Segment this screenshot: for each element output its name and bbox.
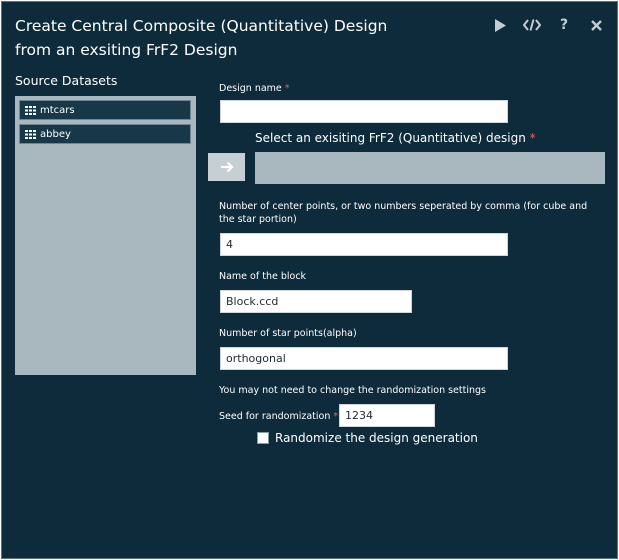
move-dataset-button[interactable]: [208, 153, 245, 181]
randomize-option[interactable]: Randomize the design generation: [257, 431, 478, 445]
arrow-right-icon: [220, 161, 234, 173]
randomize-checkbox[interactable]: [257, 432, 269, 444]
design-name-label-text: Design name: [219, 83, 282, 94]
star-points-input[interactable]: [220, 347, 508, 370]
dialog-title: Create Central Composite (Quantitative) …: [15, 14, 455, 62]
seed-label: Seed for randomization *: [219, 410, 338, 423]
block-name-input[interactable]: [220, 290, 412, 313]
help-icon[interactable]: ?: [555, 16, 573, 34]
center-points-label: Number of center points, or two numbers …: [219, 201, 588, 225]
source-datasets-label: Source Datasets: [15, 73, 118, 88]
dialog-toolbar: ?: [491, 16, 605, 34]
table-icon: [25, 105, 36, 115]
required-marker: *: [333, 411, 339, 422]
code-icon[interactable]: [523, 16, 541, 34]
seed-input[interactable]: [339, 404, 435, 427]
seed-label-text: Seed for randomization: [219, 411, 331, 422]
block-name-label: Name of the block: [219, 271, 307, 282]
dataset-name: mtcars: [40, 104, 75, 116]
dialog: Create Central Composite (Quantitative) …: [1, 1, 618, 559]
dataset-item-mtcars[interactable]: mtcars: [19, 100, 191, 120]
run-icon[interactable]: [491, 16, 509, 34]
dialog-title-line2: from an exsiting FrF2 Design: [15, 41, 238, 59]
dataset-name: abbey: [40, 128, 71, 140]
source-datasets-list: mtcars abbey: [15, 96, 196, 375]
randomize-label: Randomize the design generation: [275, 431, 478, 445]
star-points-label: Number of star points(alpha): [219, 328, 357, 339]
table-icon: [25, 129, 36, 139]
design-name-label: Design name *: [219, 82, 290, 95]
required-marker: *: [284, 83, 290, 94]
select-design-label-text: Select an exisiting FrF2 (Quantitative) …: [255, 131, 526, 145]
required-marker: *: [529, 131, 536, 145]
center-points-input[interactable]: [220, 233, 508, 256]
design-name-input[interactable]: [220, 100, 508, 123]
selected-design-dropzone[interactable]: [255, 152, 605, 184]
select-design-label: Select an exisiting FrF2 (Quantitative) …: [255, 131, 536, 145]
dataset-item-abbey[interactable]: abbey: [19, 124, 191, 144]
randomization-note: You may not need to change the randomiza…: [219, 385, 486, 396]
dialog-title-line1: Create Central Composite (Quantitative) …: [15, 17, 388, 35]
close-icon[interactable]: [587, 16, 605, 34]
